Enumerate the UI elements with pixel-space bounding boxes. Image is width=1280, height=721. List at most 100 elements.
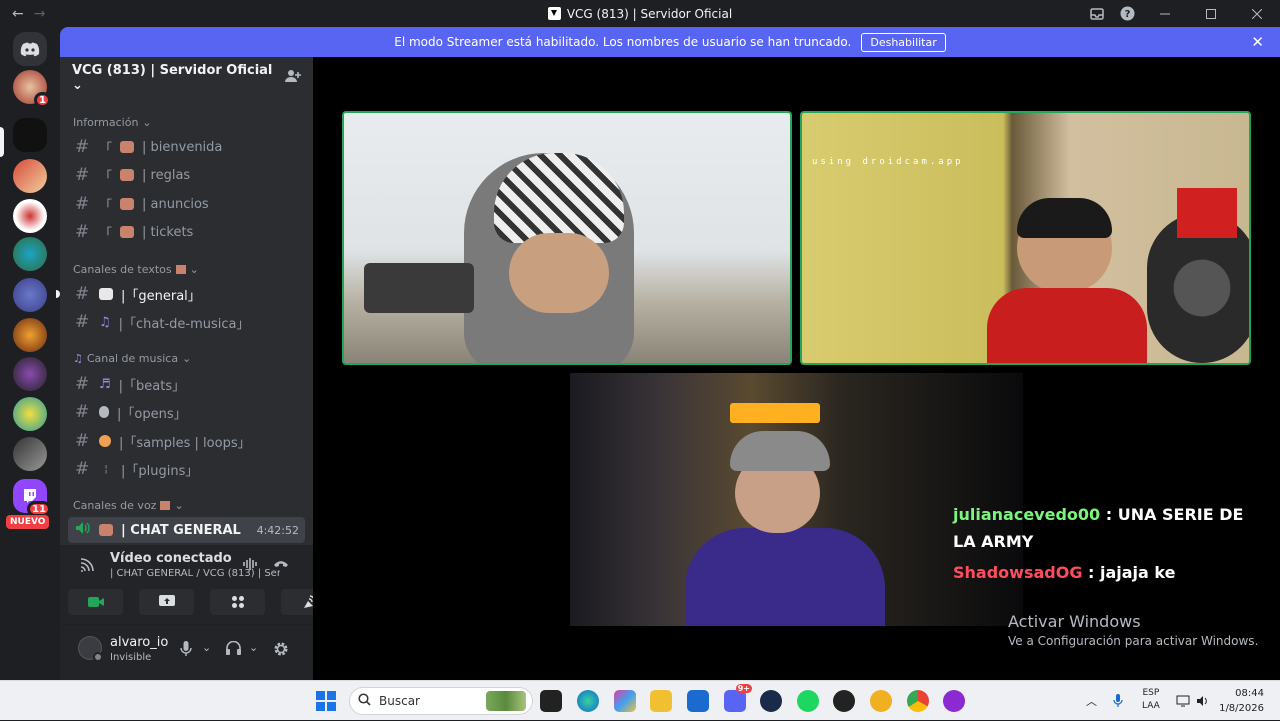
hash-icon: #: [75, 431, 90, 451]
hash-icon: #: [75, 194, 90, 214]
server-icon[interactable]: [13, 237, 47, 271]
app-icon[interactable]: [943, 690, 965, 712]
shirt-graphic: [987, 288, 1147, 363]
category-canales-de-textos[interactable]: Canales de textos ⌄: [73, 263, 199, 276]
activities-button[interactable]: [210, 589, 265, 615]
hair-graphic: [1017, 198, 1112, 238]
file-explorer-icon[interactable]: [650, 690, 672, 712]
back-arrow-icon[interactable]: ←: [12, 6, 24, 22]
category-canales-de-voz[interactable]: Canales de voz ⌄: [73, 499, 184, 512]
volume-icon[interactable]: [1196, 681, 1210, 721]
channel-label: | bienvenida: [142, 139, 223, 155]
store-icon[interactable]: [687, 690, 709, 712]
channel-general[interactable]: # |「general」: [68, 281, 305, 307]
voice-actions: [68, 589, 336, 615]
video-tile-user2[interactable]: using droidcam.app: [800, 111, 1251, 365]
settings-gear-icon[interactable]: [273, 641, 289, 661]
headphones-icon[interactable]: [226, 640, 241, 659]
microphone-tray-icon[interactable]: [1113, 681, 1123, 721]
unread-indicator: [56, 290, 60, 298]
channel-bienvenida[interactable]: # 「| bienvenida: [68, 134, 305, 160]
add-member-icon[interactable]: [285, 69, 301, 87]
edge-icon[interactable]: [577, 690, 599, 712]
chevron-down-icon: ⌄: [189, 263, 199, 276]
voice-status-title: Vídeo conectado: [110, 551, 232, 566]
help-icon[interactable]: ?: [1112, 0, 1142, 27]
call-timer: 4:42:52: [256, 523, 299, 537]
server-icon[interactable]: [13, 397, 47, 431]
tray-chevron-icon[interactable]: ︿: [1086, 681, 1097, 721]
input-language[interactable]: ESP LAA: [1142, 687, 1160, 713]
camera-button[interactable]: [68, 589, 123, 615]
discord-taskbar-icon[interactable]: 9+: [724, 684, 752, 712]
disable-streamer-button[interactable]: Deshabilitar: [861, 32, 946, 52]
search-highlight-image: [486, 691, 526, 711]
system-clock[interactable]: 08:44 1/8/2026: [1219, 686, 1264, 716]
microphone-icon[interactable]: [180, 641, 192, 661]
channel-tickets[interactable]: # 「| tickets: [68, 219, 305, 245]
video-tile-user3[interactable]: [570, 373, 1023, 626]
maximize-icon[interactable]: [1188, 0, 1234, 27]
copilot-icon[interactable]: [614, 690, 636, 712]
music-note-icon: ♫: [99, 314, 111, 330]
close-icon[interactable]: [1234, 0, 1280, 27]
noise-suppression-icon[interactable]: [243, 557, 259, 575]
spotify-icon[interactable]: [797, 690, 819, 712]
notepad-icon: [99, 288, 113, 300]
chat-username: julianacevedo00: [953, 505, 1101, 524]
channel-label: |「plugins」: [121, 463, 199, 479]
server-icon[interactable]: [13, 199, 47, 233]
category-canal-de-musica[interactable]: ♫ Canal de musica ⌄: [73, 352, 191, 365]
channel-samples-loops[interactable]: # |「samples | loops」: [68, 428, 305, 454]
network-icon[interactable]: [1176, 681, 1190, 721]
emoji-icon: [99, 524, 113, 536]
app-icon[interactable]: [870, 690, 892, 712]
server-logo-icon: [547, 7, 561, 20]
discord-home-icon[interactable]: [13, 32, 47, 66]
chrome-icon[interactable]: [907, 690, 929, 712]
taskbar-search[interactable]: Buscar: [349, 687, 533, 715]
close-icon[interactable]: ✕: [1251, 33, 1264, 51]
video-tile-user1[interactable]: [342, 111, 792, 365]
channel-beats[interactable]: # ♬ |「beats」: [68, 371, 305, 397]
emoji-icon: [120, 141, 135, 153]
windows-start-icon[interactable]: [316, 691, 336, 711]
window-title-text: VCG (813) | Servidor Oficial: [566, 6, 733, 21]
chevron-down-icon[interactable]: ⌄: [202, 641, 211, 654]
activate-windows-watermark: Activar Windows Ve a Configuración para …: [1008, 612, 1258, 648]
epic-games-icon[interactable]: [540, 690, 562, 712]
channel-reglas[interactable]: # 「| reglas: [68, 162, 305, 188]
server-icon[interactable]: [13, 159, 47, 193]
server-icon[interactable]: [13, 437, 47, 471]
minimize-icon[interactable]: [1142, 0, 1188, 27]
emoji-icon: [120, 169, 135, 181]
server-icon[interactable]: [13, 318, 47, 352]
inbox-icon[interactable]: [1082, 0, 1112, 27]
twitch-icon[interactable]: 11: [13, 479, 51, 517]
server-icon[interactable]: 1: [13, 70, 51, 108]
signal-icon[interactable]: [80, 558, 94, 576]
channel-label: |「samples | loops」: [119, 435, 251, 451]
channel-chat-de-musica[interactable]: # ♫ |「chat-de-musica」: [68, 309, 305, 335]
channel-opens[interactable]: # |「opens」: [68, 399, 305, 425]
history-nav: ← →: [0, 6, 45, 22]
music-note-icon: ♫: [73, 352, 83, 365]
forward-arrow-icon[interactable]: →: [34, 6, 46, 22]
app-icon[interactable]: [833, 690, 855, 712]
disconnect-icon[interactable]: [273, 557, 289, 573]
voice-channel-chat-general[interactable]: | CHAT GENERAL 4:42:52: [68, 517, 305, 543]
clock-time: 08:44: [1235, 688, 1264, 699]
hash-icon: #: [75, 222, 90, 242]
channel-anuncios[interactable]: # 「| anuncios: [68, 191, 305, 217]
chevron-down-icon[interactable]: ⌄: [249, 641, 258, 654]
screen-share-button[interactable]: [139, 589, 194, 615]
voice-connection-panel: Vídeo conectado | CHAT GENERAL / VCG (81…: [60, 545, 336, 625]
steam-icon[interactable]: [760, 690, 782, 712]
channel-plugins[interactable]: # ¦ |「plugins」: [68, 456, 305, 482]
category-informacion[interactable]: Información ⌄: [73, 116, 152, 129]
server-icon[interactable]: [13, 118, 47, 152]
server-header[interactable]: VCG (813) | Servidor Oficial ⌄: [60, 57, 313, 99]
server-icon[interactable]: [13, 278, 47, 312]
server-icon[interactable]: [13, 357, 47, 391]
speakers-graphic: [364, 263, 474, 313]
